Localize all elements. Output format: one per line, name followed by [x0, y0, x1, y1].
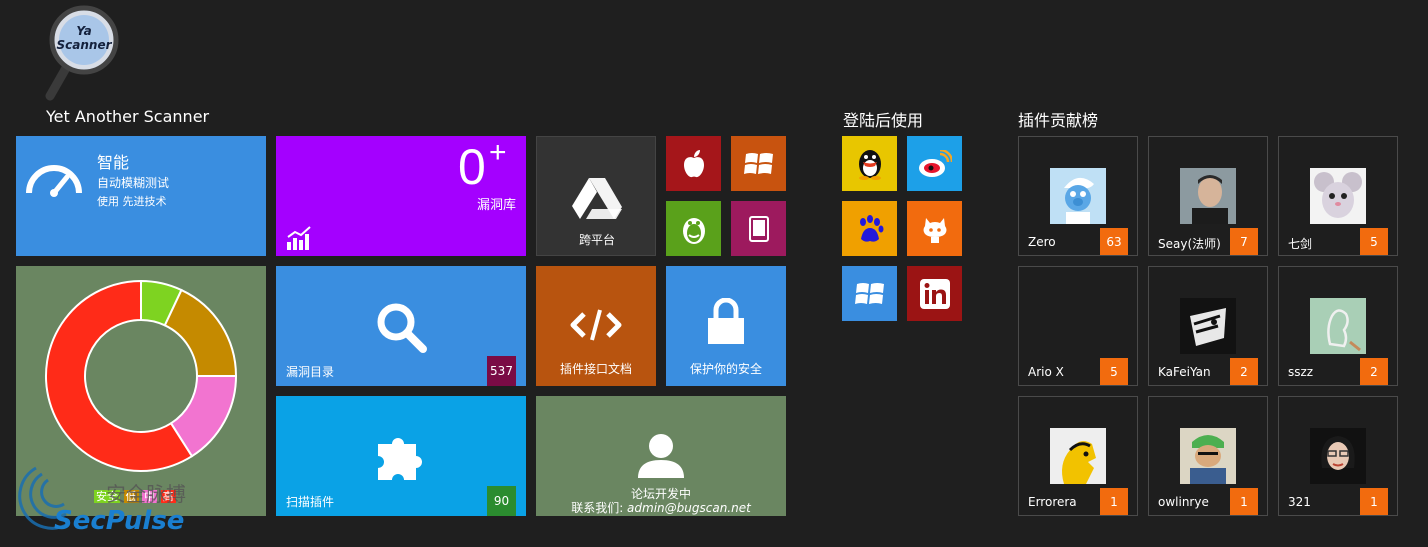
- speedometer-icon: [26, 165, 82, 197]
- login-title: 登陆后使用: [843, 111, 924, 130]
- contributor-card[interactable]: Zero 63: [1018, 136, 1138, 256]
- tablet-tile[interactable]: [731, 201, 786, 256]
- login-github[interactable]: [907, 201, 962, 256]
- github-icon: [923, 217, 946, 243]
- user-icon: [638, 434, 684, 478]
- contributor-name: Zero: [1028, 235, 1056, 249]
- contributor-card[interactable]: 321 1: [1278, 396, 1398, 516]
- plugin-api-tile[interactable]: 插件接口文档: [536, 266, 656, 386]
- vuln-catalog-tile[interactable]: 漏洞目录 537: [276, 266, 526, 386]
- contributor-card[interactable]: sszz 2: [1278, 266, 1398, 386]
- linkedin-icon: [919, 278, 950, 309]
- app-title: Yet Another Scanner: [46, 107, 210, 126]
- contributor-count: 5: [1360, 228, 1388, 255]
- contributor-name: 七剑: [1288, 237, 1313, 251]
- contributor-count: 7: [1230, 228, 1258, 255]
- vuln-db-count: 0: [458, 139, 486, 195]
- contributor-card[interactable]: KaFeiYan 2: [1148, 266, 1268, 386]
- protect-tile[interactable]: 保护你的安全: [666, 266, 786, 386]
- protect-label: 保护你的安全: [689, 362, 762, 376]
- forum-tile[interactable]: 论坛开发中 联系我们: admin@bugscan.net: [536, 396, 786, 516]
- penguin-icon: [682, 217, 705, 244]
- avatar: [1050, 428, 1106, 484]
- login-linkedin[interactable]: [907, 266, 962, 321]
- scan-plugins-count: 90: [487, 486, 516, 516]
- donut-segment-低[interactable]: [163, 288, 238, 377]
- contributors-title: 插件贡献榜: [1018, 111, 1099, 130]
- avatar: [1180, 168, 1236, 224]
- contributor-name: Seay(法师): [1158, 237, 1221, 251]
- contributor-name: Ario X: [1028, 365, 1064, 379]
- secpulse-brand: SecPulse: [54, 506, 185, 536]
- windows-tile[interactable]: [731, 136, 786, 191]
- avatar: [1180, 428, 1236, 484]
- contributor-name: sszz: [1288, 365, 1314, 379]
- vuln-catalog-count: 537: [487, 356, 516, 386]
- vuln-db-tile[interactable]: 0 + 漏洞库: [276, 136, 526, 256]
- smart-line2: 使用 先进技术: [97, 195, 167, 208]
- contributor-name: KaFeiYan: [1158, 365, 1211, 379]
- windows-icon: [854, 282, 884, 304]
- app-logo[interactable]: Ya Scanner: [44, 4, 120, 104]
- secpulse-watermark: 安全脉搏 SecPulse: [6, 462, 206, 542]
- cross-platform-label: 跨平台: [578, 233, 615, 247]
- avatar: [1310, 168, 1366, 224]
- puzzle-icon: [378, 438, 422, 480]
- tablet-icon: [748, 215, 769, 242]
- contributor-card[interactable]: Errorera 1: [1018, 396, 1138, 516]
- contributor-count: 1: [1360, 488, 1388, 515]
- apple-icon: [683, 149, 704, 177]
- smart-line1: 自动模糊测试: [97, 176, 170, 190]
- code-icon: [570, 309, 622, 341]
- login-windows[interactable]: [842, 266, 897, 321]
- contributor-name: 321: [1288, 495, 1311, 509]
- scan-plugins-tile[interactable]: 扫描插件 90: [276, 396, 526, 516]
- scan-plugins-label: 扫描插件: [286, 495, 335, 509]
- secpulse-cn: 安全脉搏: [106, 482, 186, 506]
- smart-title: 智能: [97, 153, 130, 172]
- contributor-count: 2: [1230, 358, 1258, 385]
- contributor-count: 5: [1100, 358, 1128, 385]
- weibo-icon: [918, 149, 952, 177]
- forum-contact-prefix: 联系我们:: [571, 501, 628, 515]
- plugin-api-label: 插件接口文档: [559, 362, 632, 376]
- apple-tile[interactable]: [666, 136, 721, 191]
- google-drive-icon: [572, 178, 622, 219]
- logo-text: Ya Scanner: [56, 24, 112, 52]
- android-tile[interactable]: [666, 201, 721, 256]
- lock-icon: [708, 298, 744, 344]
- contributor-count: 63: [1100, 228, 1128, 255]
- contributor-name: owlinrye: [1158, 495, 1209, 509]
- vuln-db-label: 漏洞库: [476, 198, 516, 213]
- contributor-card[interactable]: Ario X 5: [1018, 266, 1138, 386]
- baidu-paw-icon: [859, 214, 883, 242]
- avatar: [1310, 298, 1366, 354]
- contributor-count: 1: [1100, 488, 1128, 515]
- contributor-count: 1: [1230, 488, 1258, 515]
- login-weibo[interactable]: [907, 136, 962, 191]
- windows-icon: [743, 152, 773, 174]
- contributor-count: 2: [1360, 358, 1388, 385]
- vuln-db-sup: +: [489, 136, 507, 169]
- contributor-card[interactable]: Seay(法师) 7: [1148, 136, 1268, 256]
- contributor-name: Errorera: [1028, 495, 1077, 509]
- login-baidu[interactable]: [842, 201, 897, 256]
- search-icon: [377, 303, 427, 353]
- avatar: [1050, 168, 1106, 224]
- contributor-card[interactable]: 七剑 5: [1278, 136, 1398, 256]
- avatar: [1310, 428, 1366, 484]
- login-qq[interactable]: [842, 136, 897, 191]
- forum-email-link[interactable]: admin@bugscan.net: [627, 501, 751, 515]
- qq-penguin-icon: [858, 149, 881, 180]
- chart-up-icon: [287, 226, 311, 250]
- cross-platform-tile[interactable]: 跨平台: [536, 136, 656, 256]
- smart-tile[interactable]: 智能 自动模糊测试 使用 先进技术: [16, 136, 266, 256]
- vuln-catalog-label: 漏洞目录: [286, 365, 335, 379]
- contributor-card[interactable]: owlinrye 1: [1148, 396, 1268, 516]
- forum-line2: 联系我们: admin@bugscan.net: [536, 499, 786, 516]
- avatar: [1180, 298, 1236, 354]
